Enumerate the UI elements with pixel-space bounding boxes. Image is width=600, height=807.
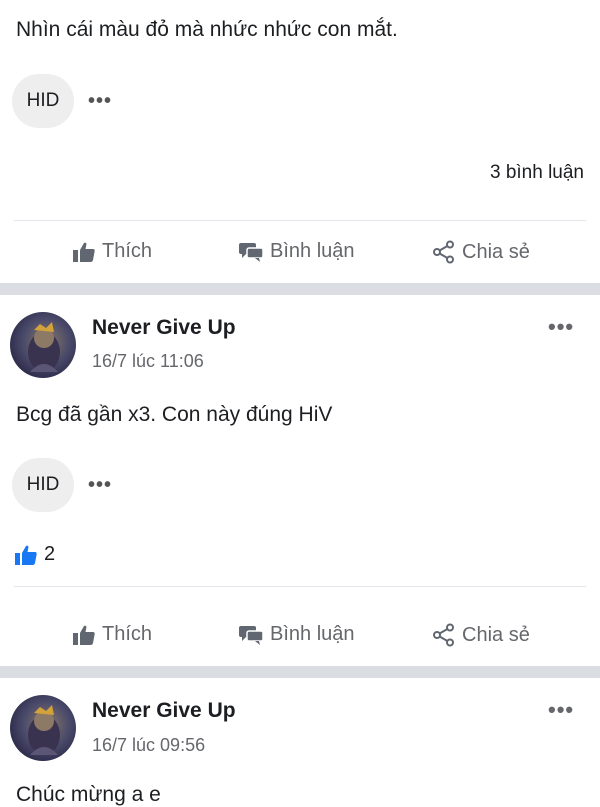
share-button[interactable]: Chia sẻ <box>432 240 530 264</box>
blue-thumbs-up-icon <box>15 545 37 565</box>
share-icon <box>433 240 454 264</box>
post-text: Chúc mừng a e <box>16 783 161 806</box>
share-label: Chia sẻ <box>462 623 530 646</box>
like-label: Thích <box>102 240 153 262</box>
comment-button[interactable]: Bình luận <box>238 240 355 263</box>
reaction-chip[interactable]: HID <box>12 458 74 512</box>
post-separator <box>0 283 600 295</box>
avatar-image <box>28 322 60 372</box>
post-text: Bcg đã gần x3. Con này đúng HiV <box>16 403 333 426</box>
comment-label: Bình luận <box>270 623 355 645</box>
share-icon <box>433 623 454 647</box>
more-reactions-icon[interactable]: ••• <box>88 90 112 113</box>
like-button[interactable]: Thích <box>72 240 152 263</box>
like-count[interactable]: 2 <box>14 543 55 566</box>
more-reactions-icon[interactable]: ••• <box>88 474 112 497</box>
avatar-image <box>28 705 60 755</box>
like-label: Thích <box>102 623 153 645</box>
comment-count[interactable]: 3 bình luận <box>490 162 584 184</box>
post-options-icon[interactable]: ••• <box>548 314 574 340</box>
post-timestamp[interactable]: 16/7 lúc 09:56 <box>92 735 205 756</box>
like-count-value: 2 <box>44 543 56 565</box>
avatar[interactable] <box>10 695 76 761</box>
comment-icon <box>239 242 264 262</box>
thumbs-up-icon <box>73 242 95 262</box>
post-separator <box>0 666 600 678</box>
share-button[interactable]: Chia sẻ <box>432 623 530 647</box>
share-label: Chia sẻ <box>462 240 530 263</box>
divider <box>14 220 586 221</box>
like-button[interactable]: Thích <box>72 623 152 646</box>
reaction-chip[interactable]: HID <box>12 74 74 128</box>
avatar[interactable] <box>10 312 76 378</box>
post-options-icon[interactable]: ••• <box>548 697 574 723</box>
comment-label: Bình luận <box>270 240 355 262</box>
post-text: Nhìn cái màu đỏ mà nhức nhức con mắt. <box>16 18 398 41</box>
author-name[interactable]: Never Give Up <box>92 699 236 723</box>
divider <box>14 586 586 587</box>
post-timestamp[interactable]: 16/7 lúc 11:06 <box>92 351 204 372</box>
comment-button[interactable]: Bình luận <box>238 623 355 646</box>
comment-icon <box>239 625 264 645</box>
author-name[interactable]: Never Give Up <box>92 316 236 340</box>
thumbs-up-icon <box>73 625 95 645</box>
